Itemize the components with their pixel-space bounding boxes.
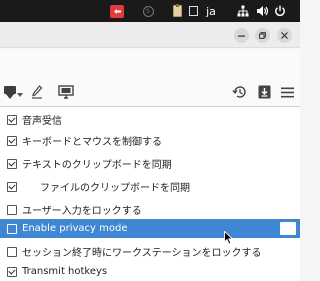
mouse-pointer-icon xyxy=(224,231,234,245)
network-icon[interactable] xyxy=(237,4,249,18)
submenu-indicator xyxy=(280,222,296,235)
checkbox[interactable] xyxy=(7,223,17,234)
system-top-bar: S ja xyxy=(0,0,300,22)
monitor-icon[interactable] xyxy=(58,84,74,100)
menu-item-enable-privacy-mode[interactable]: Enable privacy mode xyxy=(0,219,300,238)
menu-item-lock-workstation-on-end[interactable]: セッション終了時にワークステーションをロックする xyxy=(0,242,300,261)
menu-item-label: Transmit hotkeys xyxy=(22,266,108,277)
window-titlebar xyxy=(0,22,300,48)
checkbox[interactable] xyxy=(7,135,17,146)
menu-item-label: キーボードとマウスを制御する xyxy=(22,137,162,148)
menu-item-label: テキストのクリップボードを同期 xyxy=(22,160,172,171)
checkbox[interactable] xyxy=(7,158,17,169)
toolbar-area xyxy=(0,49,300,108)
menu-item-label: ユーザー入力をロックする xyxy=(22,206,142,217)
download-icon[interactable] xyxy=(257,84,271,100)
close-icon[interactable] xyxy=(277,28,292,43)
menu-item-label: Enable privacy mode xyxy=(22,223,128,234)
menu-item-audio-receive[interactable]: 音声受信 xyxy=(0,110,300,129)
power-icon[interactable] xyxy=(273,4,287,18)
checkbox[interactable] xyxy=(7,204,17,215)
checkbox[interactable] xyxy=(7,114,17,125)
clipboard-icon[interactable] xyxy=(171,4,183,18)
hamburger-menu-icon[interactable] xyxy=(280,84,294,100)
volume-icon[interactable] xyxy=(255,4,269,18)
menu-item-lock-user-input[interactable]: ユーザー入力をロックする xyxy=(0,200,300,219)
menu-item-sync-file-clipboard[interactable]: ファイルのクリップボードを同期 xyxy=(0,177,300,196)
checkbox[interactable] xyxy=(7,266,17,277)
history-icon[interactable] xyxy=(231,84,247,100)
menu-item-label: ファイルのクリップボードを同期 xyxy=(40,183,190,194)
checkbox[interactable] xyxy=(7,181,17,192)
s-status-icon[interactable]: S xyxy=(141,4,155,18)
shield-icon[interactable] xyxy=(2,84,18,100)
menu-item-label: セッション終了時にワークステーションをロックする xyxy=(22,248,262,259)
menu-item-control-keyboard-mouse[interactable]: キーボードとマウスを制御する xyxy=(0,131,300,150)
pen-icon[interactable] xyxy=(30,84,44,100)
chevron-down-icon[interactable] xyxy=(16,92,23,98)
menu-item-sync-text-clipboard[interactable]: テキストのクリップボードを同期 xyxy=(0,154,300,173)
menu-item-transmit-hotkeys[interactable]: Transmit hotkeys xyxy=(0,262,300,281)
restore-icon[interactable] xyxy=(255,28,270,43)
message-icon[interactable] xyxy=(187,4,199,18)
language-indicator[interactable]: ja xyxy=(204,4,218,18)
remote-desktop-icon[interactable] xyxy=(109,4,125,18)
menu-item-label: 音声受信 xyxy=(22,116,62,127)
checkbox[interactable] xyxy=(7,246,17,257)
minimize-icon[interactable] xyxy=(234,28,249,43)
